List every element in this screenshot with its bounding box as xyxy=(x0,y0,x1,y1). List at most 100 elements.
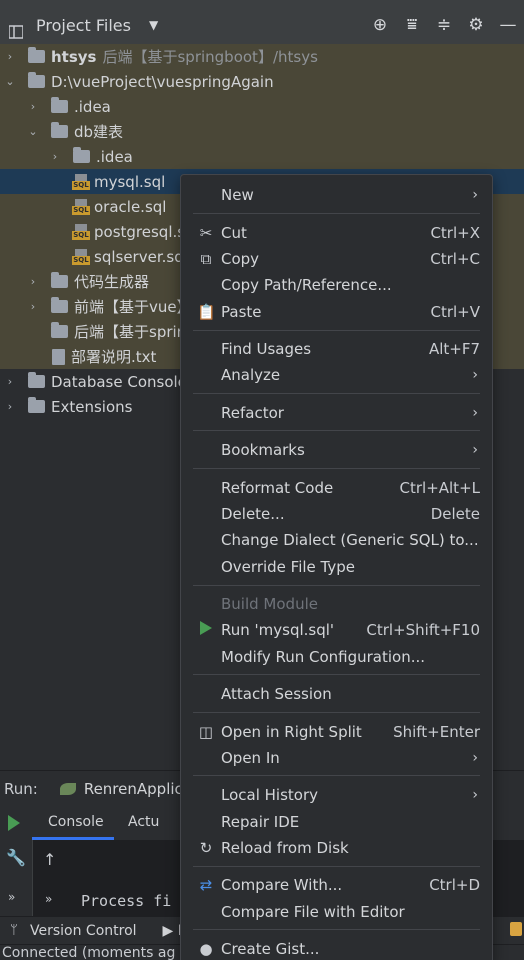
chevron-right-icon: › xyxy=(472,442,478,458)
tree-item-htsys[interactable]: › htsys 后端【基于springboot】/htsys xyxy=(0,44,524,69)
project-panel-header: Project Files ▼ ⊕ ⩸ ≑ ⚙ — xyxy=(0,6,524,44)
menu-item-label: Build Module xyxy=(221,595,318,613)
menu-item-analyze[interactable]: Analyze › xyxy=(181,362,492,388)
chevron-right-icon[interactable]: › xyxy=(27,300,39,313)
play-icon[interactable] xyxy=(8,815,20,831)
folder-icon xyxy=(73,147,90,163)
menu-separator xyxy=(193,585,480,586)
folder-icon xyxy=(51,272,68,288)
menu-item-compare-with[interactable]: ⇄ Compare With... Ctrl+D xyxy=(181,872,492,898)
menu-item-reformat-code[interactable]: Reformat Code Ctrl+Alt+L xyxy=(181,475,492,501)
copy-icon: ⧉ xyxy=(200,250,212,268)
chevron-right-icon: › xyxy=(472,367,478,383)
tree-item-db[interactable]: ⌄ db建表 xyxy=(0,119,524,144)
menu-item-attach-session[interactable]: Attach Session xyxy=(181,681,492,707)
menu-item-label: Bookmarks xyxy=(221,441,305,459)
menu-item-cut[interactable]: ✂ Cut Ctrl+X xyxy=(181,220,492,246)
menu-item-run[interactable]: Run 'mysql.sql' Ctrl+Shift+F10 xyxy=(181,617,492,643)
tree-item-label: 前端【基于vue】 xyxy=(74,298,192,316)
more-icon[interactable]: » xyxy=(45,892,52,906)
folder-icon xyxy=(28,72,45,88)
menu-item-modify-run-config[interactable]: Modify Run Configuration... xyxy=(181,644,492,670)
more-icon[interactable]: » xyxy=(8,890,15,904)
menu-item-label: Change Dialect (Generic SQL) to... xyxy=(221,531,479,549)
spring-leaf-icon xyxy=(59,782,76,795)
menu-item-open-in[interactable]: Open In › xyxy=(181,745,492,771)
chevron-right-icon[interactable]: › xyxy=(27,100,39,113)
menu-separator xyxy=(193,468,480,469)
menu-item-bookmarks[interactable]: Bookmarks › xyxy=(181,437,492,463)
context-menu: New › ✂ Cut Ctrl+X ⧉ Copy Ctrl+C Copy Pa… xyxy=(180,174,493,960)
menu-item-create-gist[interactable]: ● Create Gist... xyxy=(181,936,492,960)
menu-separator xyxy=(193,330,480,331)
console-text: Process fi xyxy=(81,892,172,910)
chevron-right-icon[interactable]: › xyxy=(4,400,16,413)
menu-item-reload-from-disk[interactable]: ↻ Reload from Disk xyxy=(181,835,492,861)
gear-icon[interactable]: ⚙ xyxy=(460,15,492,35)
folder-icon xyxy=(51,297,68,313)
menu-item-label: Local History xyxy=(221,786,319,804)
tree-item-label: mysql.sql xyxy=(94,172,166,191)
sql-file-icon xyxy=(72,248,90,266)
chevron-down-icon[interactable]: ⌄ xyxy=(27,125,39,138)
version-control-tab[interactable]: Version Control xyxy=(30,923,137,939)
menu-item-refactor[interactable]: Refactor › xyxy=(181,400,492,426)
notification-icon[interactable] xyxy=(510,922,522,936)
chevron-right-icon[interactable]: › xyxy=(4,50,16,63)
run-config-tab[interactable]: RenrenApplic xyxy=(84,780,183,798)
menu-item-shortcut: Shift+Enter xyxy=(393,723,480,741)
tab-actuator[interactable]: Actu xyxy=(128,814,159,830)
menu-item-open-right-split[interactable]: ◫ Open in Right Split Shift+Enter xyxy=(181,719,492,745)
sql-file-icon xyxy=(72,173,90,191)
expand-all-icon[interactable]: ⩸ xyxy=(396,15,428,35)
tree-item-label: db建表 xyxy=(74,123,124,141)
compare-icon: ⇄ xyxy=(199,876,213,894)
crosshair-icon[interactable]: ⊕ xyxy=(364,15,396,35)
menu-item-label: Create Gist... xyxy=(221,940,320,958)
sql-file-icon xyxy=(72,198,90,216)
tree-item-idea[interactable]: › .idea xyxy=(0,94,524,119)
chevron-right-icon: › xyxy=(472,405,478,421)
tree-item-db-idea[interactable]: › .idea xyxy=(0,144,524,169)
menu-item-copy-path[interactable]: Copy Path/Reference... xyxy=(181,272,492,298)
tree-item-label: Extensions xyxy=(51,397,133,416)
menu-item-paste[interactable]: 📋 Paste Ctrl+V xyxy=(181,299,492,325)
tree-item-label: D:\vueProject\vuespringAgain xyxy=(51,72,274,91)
chevron-down-icon[interactable]: ⌄ xyxy=(4,75,16,88)
wrench-icon[interactable]: 🔧 xyxy=(6,848,26,867)
menu-separator xyxy=(193,866,480,867)
menu-item-delete[interactable]: Delete... Delete xyxy=(181,501,492,527)
menu-item-compare-file-editor[interactable]: Compare File with Editor xyxy=(181,899,492,925)
menu-item-label: New xyxy=(221,186,254,204)
collapse-all-icon[interactable]: ≑ xyxy=(428,15,460,35)
minimize-icon[interactable]: — xyxy=(492,15,524,35)
menu-item-shortcut: Ctrl+X xyxy=(430,224,480,242)
chevron-right-icon[interactable]: › xyxy=(4,375,16,388)
menu-item-label: Reload from Disk xyxy=(221,839,349,857)
tree-item-label: .idea xyxy=(96,147,133,166)
folder-icon xyxy=(51,97,68,113)
folder-icon xyxy=(51,122,68,138)
tree-item-label: postgresql.s xyxy=(94,222,186,241)
chevron-down-icon[interactable]: ▼ xyxy=(149,18,158,32)
menu-item-local-history[interactable]: Local History › xyxy=(181,782,492,808)
menu-item-new[interactable]: New › xyxy=(181,182,492,208)
menu-separator xyxy=(193,674,480,675)
project-files-title[interactable]: Project Files xyxy=(36,16,131,35)
tab-console[interactable]: Console xyxy=(32,806,114,840)
run-label: Run: xyxy=(4,779,38,798)
menu-item-shortcut: Delete xyxy=(430,505,480,523)
menu-item-copy[interactable]: ⧉ Copy Ctrl+C xyxy=(181,246,492,272)
menu-item-repair-ide[interactable]: Repair IDE xyxy=(181,809,492,835)
chevron-right-icon[interactable]: › xyxy=(27,275,39,288)
clipboard-icon: 📋 xyxy=(197,303,216,321)
chevron-right-icon: › xyxy=(472,750,478,766)
chevron-right-icon[interactable]: › xyxy=(49,150,61,163)
folder-icon xyxy=(28,397,45,413)
menu-item-label: Modify Run Configuration... xyxy=(221,648,426,666)
arrow-up-icon[interactable]: ↑ xyxy=(43,850,56,869)
tree-item-root[interactable]: ⌄ D:\vueProject\vuespringAgain xyxy=(0,69,524,94)
menu-item-find-usages[interactable]: Find Usages Alt+F7 xyxy=(181,336,492,362)
menu-item-change-dialect[interactable]: Change Dialect (Generic SQL) to... xyxy=(181,527,492,553)
menu-item-override-file-type[interactable]: Override File Type xyxy=(181,554,492,580)
